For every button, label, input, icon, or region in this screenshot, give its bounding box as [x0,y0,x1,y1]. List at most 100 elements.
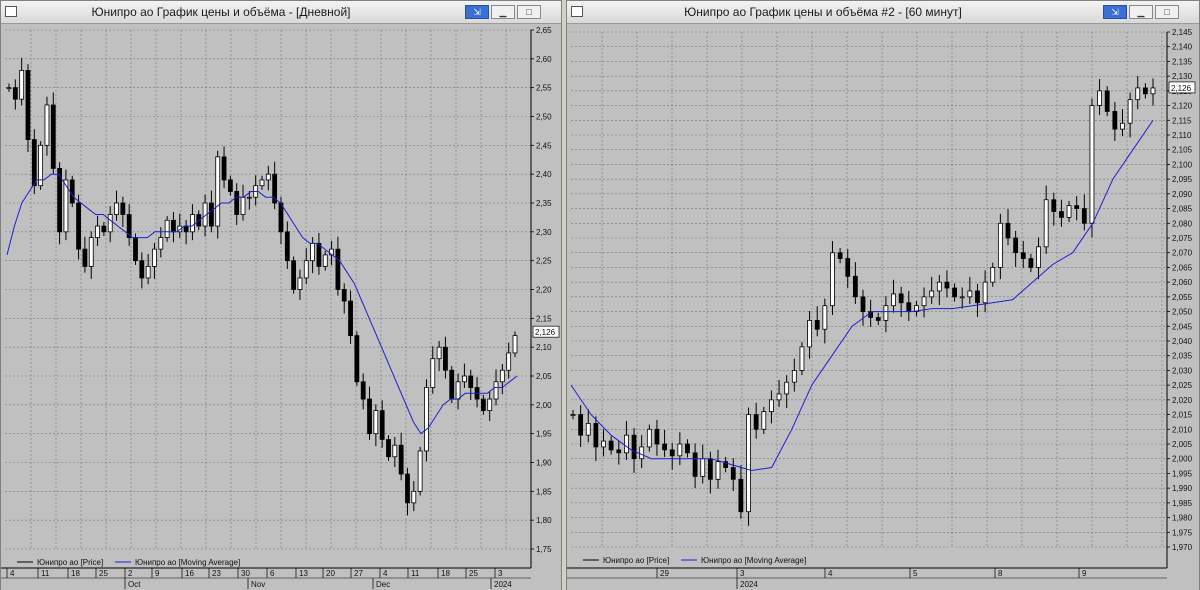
candle-body [158,237,164,250]
hourly-chart-window: Юнипро ао График цены и объёма #2 - [60 … [566,0,1200,590]
candle-body [190,214,195,233]
candle-body [730,467,736,480]
candle-body [265,173,271,181]
x-tick-label: 11 [411,569,420,578]
maximize-button[interactable]: □ [1155,5,1179,19]
daily-price-chart[interactable]: 2,65 2,60 2,55 2,50 2,45 2,40 2,35 2,30 2,25 2,20… [1,24,561,590]
candle-body [1005,222,1011,239]
candle-body [906,302,912,312]
candle-body [430,358,436,388]
y-tick-label: 1,85 [536,487,552,496]
minimize-button[interactable]: ▁ [1129,5,1153,19]
y-tick-label: 2,080 [1172,219,1193,228]
chart-background [567,24,1199,590]
candle-body [88,237,94,267]
y-tick-label: 2,015 [1172,411,1193,420]
x-tick-label: 3 [740,569,745,578]
candle-body [12,87,18,100]
candle-body [120,202,126,215]
candle-body [101,225,107,233]
x-tick-label: 5 [913,569,918,578]
candle-body [1097,90,1102,106]
candle-body [164,219,170,239]
candle-body [738,478,744,513]
candle-body [944,281,950,289]
x-tick-label: 20 [326,569,335,578]
x-tick-label: 3 [498,569,503,578]
y-tick-label: 2,100 [1172,160,1193,169]
hourly-price-chart[interactable]: 2,1452,1402,1352,1302,1252,1202,1152,110… [567,24,1199,590]
candle-body [411,490,417,504]
candle-body [341,289,347,302]
candle-body [443,346,448,371]
y-tick-label: 2,120 [1172,102,1193,111]
candle-body [700,458,706,477]
x-tick-label: 23 [212,569,221,578]
y-tick-label: 1,80 [536,516,552,525]
y-tick-label: 1,90 [536,459,552,468]
candle-body [398,444,404,475]
y-tick-label: 2,055 [1172,293,1193,302]
x-month-label: Oct [128,580,141,589]
candle-body [585,422,591,436]
y-tick-label: 2,085 [1172,205,1193,214]
y-tick-label: 2,65 [536,26,552,35]
x-tick-label: 6 [270,569,275,578]
y-tick-label: 2,130 [1172,72,1193,81]
x-tick-label: 18 [71,569,80,578]
candle-body [578,414,584,436]
daily-window-title: Юнипро ао График цены и объёма - [Дневно… [91,5,351,19]
candle-body [493,381,499,400]
candle-body [929,290,935,298]
candle-body [982,281,988,304]
candle-body [669,449,675,457]
candle-body [807,319,812,348]
candle-body [746,414,751,513]
y-tick-label: 1,975 [1172,528,1193,537]
pin-button[interactable]: ⇲ [465,5,489,19]
minimize-button[interactable]: ▁ [491,5,515,19]
candle-body [316,242,322,267]
y-tick-label: 2,020 [1172,396,1193,405]
candle-body [367,398,372,435]
candle-body [860,296,866,312]
candle-body [837,252,843,259]
candle-body [278,202,284,233]
candle-body [959,296,965,299]
candle-body [373,410,379,435]
maximize-button[interactable]: □ [517,5,541,19]
candle-body [1036,246,1041,268]
candle-body [883,305,889,321]
candle-body [1150,87,1156,95]
y-tick-label: 2,075 [1172,234,1193,243]
x-tick-label: 13 [299,569,308,578]
candle-body [891,293,896,307]
hourly-window-titlebar[interactable]: Юнипро ао График цены и объёма #2 - [60 … [567,1,1199,24]
candle-body [506,352,512,371]
candle-body [967,290,973,298]
x-tick-label: 27 [354,569,363,578]
candle-body [822,305,828,330]
daily-window-titlebar[interactable]: Юнипро ао График цены и объёма - [Дневно… [1,1,561,24]
candle-body [852,275,858,298]
candle-body [830,252,835,307]
candle-body [499,369,505,383]
y-tick-label: 2,060 [1172,278,1193,287]
candle-body [152,248,157,267]
y-tick-label: 2,035 [1172,352,1193,361]
candle-body [424,387,429,452]
candle-body [50,104,56,169]
y-tick-label: 2,005 [1172,440,1193,449]
candle-body [1135,87,1141,101]
candle-body [761,411,767,430]
candle-body [898,293,904,304]
candle-body [1028,258,1034,268]
pin-button[interactable]: ⇲ [1103,5,1127,19]
y-tick-label: 2,30 [536,228,552,237]
y-tick-label: 2,00 [536,401,552,410]
x-month-label: Dec [376,580,390,589]
candle-body [480,398,486,412]
x-tick-label: 29 [660,569,669,578]
candle-body [31,139,37,187]
y-tick-label: 2,50 [536,113,552,122]
